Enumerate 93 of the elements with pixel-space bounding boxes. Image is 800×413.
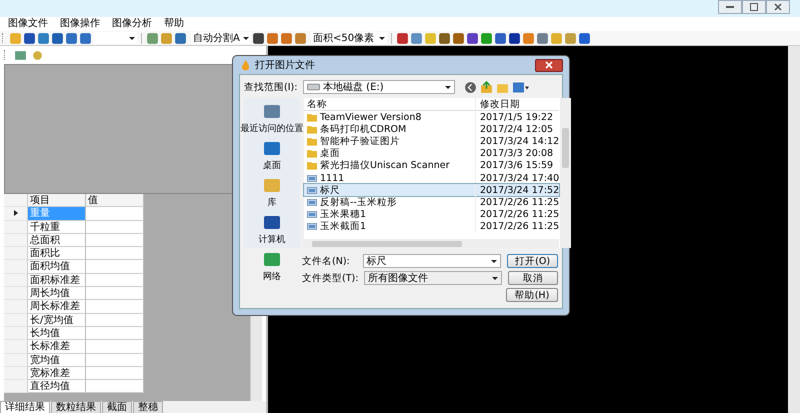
place-item[interactable]: 桌面: [262, 139, 282, 172]
column-header[interactable]: 修改日期: [476, 98, 520, 110]
table-cell[interactable]: [86, 260, 144, 274]
scroll-thumb[interactable]: [312, 240, 462, 246]
table-cell[interactable]: 面积比: [28, 247, 86, 260]
caret-icon: [129, 36, 135, 40]
table-cell[interactable]: 直径均值: [28, 380, 86, 394]
back-icon[interactable]: [464, 80, 477, 94]
file-row[interactable]: 玉米果穗1 2017/2/26 11:25: [304, 208, 560, 221]
column-header: 项目: [28, 194, 86, 208]
open-button[interactable]: 打开(O): [507, 254, 558, 268]
table-cell[interactable]: [86, 220, 144, 234]
caret-icon: [445, 86, 451, 88]
table-cell[interactable]: 总面积: [28, 234, 86, 248]
table-cell[interactable]: [86, 207, 144, 221]
menu-item[interactable]: 图像操作: [60, 18, 100, 30]
file-name-label: 文件名(N):: [302, 254, 351, 268]
table-cell[interactable]: [86, 366, 144, 380]
row-header: [4, 194, 28, 208]
file-type-label: 文件类型(T):: [302, 272, 358, 284]
cancel-button[interactable]: 取消: [508, 271, 558, 285]
dialog-title: 打开图片文件: [255, 58, 315, 72]
square-icon[interactable]: [508, 32, 521, 44]
folder-up-icon[interactable]: [480, 80, 493, 94]
row-header[interactable]: [4, 207, 28, 221]
tab[interactable]: 截面: [102, 401, 132, 413]
scroll-thumb[interactable]: [562, 128, 570, 168]
table-cell[interactable]: 面积均值: [28, 260, 86, 274]
place-item[interactable]: 计算机: [258, 213, 286, 246]
table-cell[interactable]: 宽标准差: [28, 366, 86, 380]
table-cell[interactable]: 面积标准差: [28, 274, 86, 288]
caret-icon: [491, 260, 498, 262]
tab[interactable]: 数粒结果: [51, 401, 101, 413]
file-row[interactable]: TeamViewer Version8 2017/1/5 19:22: [304, 111, 560, 124]
file-row[interactable]: 反射稿--玉米粒形 2017/2/26 11:25: [304, 196, 560, 208]
table-cell[interactable]: 长/宽均值: [28, 314, 86, 327]
table-cell[interactable]: [86, 287, 144, 300]
look-in-label: 查找范围(I):: [244, 80, 298, 94]
close-button[interactable]: [535, 58, 563, 72]
look-in-dropdown[interactable]: 本地磁盘 (E:): [303, 80, 455, 94]
file-row[interactable]: 条码打印机CDROM 2017/2/4 12:05: [304, 123, 560, 136]
place-item[interactable]: 库: [262, 176, 282, 209]
restore-button[interactable]: [742, 0, 766, 14]
table-cell[interactable]: [86, 340, 144, 354]
close-button[interactable]: [766, 0, 790, 14]
caret-icon: [379, 36, 385, 40]
caret-icon: [492, 276, 498, 280]
table-cell[interactable]: 周长标准差: [28, 300, 86, 314]
table-cell[interactable]: [86, 234, 144, 248]
menu-item[interactable]: 帮助: [164, 18, 184, 30]
table-cell[interactable]: [86, 380, 144, 394]
table-cell[interactable]: 千粒重: [28, 220, 86, 234]
table-cell[interactable]: 长均值: [28, 326, 86, 340]
view-menu-icon[interactable]: [512, 80, 530, 94]
help-button[interactable]: 帮助(H): [506, 288, 558, 302]
scrollbar[interactable]: [304, 239, 560, 248]
restore-icon: [750, 3, 758, 11]
minimize-button[interactable]: [718, 0, 742, 14]
table-cell[interactable]: [86, 354, 144, 367]
menu-item[interactable]: 图像分析: [112, 18, 152, 30]
flame-icon: [239, 58, 252, 72]
close-icon: [774, 3, 782, 11]
drive-icon: [307, 83, 320, 91]
table-cell[interactable]: [86, 314, 144, 327]
place-item[interactable]: 网络: [262, 250, 282, 283]
file-row[interactable]: 桌面 2017/3/3 20:08: [304, 148, 560, 160]
table-cell[interactable]: [86, 247, 144, 260]
file-row[interactable]: 紫光扫描仪Uniscan Scanner 2017/3/6 15:59: [304, 160, 560, 172]
scrollbar[interactable]: [788, 46, 800, 413]
scrollbar[interactable]: [560, 98, 572, 248]
place-item[interactable]: 最近访问的位置: [240, 102, 304, 135]
dropdown[interactable]: 面积<50像素: [311, 32, 387, 44]
table-cell[interactable]: [86, 300, 144, 314]
file-name-field[interactable]: 标尺: [362, 254, 502, 268]
table-cell[interactable]: 长标准差: [28, 340, 86, 354]
file-row[interactable]: 智能种子验证图片 2017/3/24 14:12: [304, 135, 560, 148]
tab[interactable]: 整穗: [133, 401, 163, 413]
tab[interactable]: 详细结果: [0, 401, 50, 413]
menu-item[interactable]: 图像文件: [8, 18, 48, 30]
file-row[interactable]: 玉米截面1 2017/2/26 11:25: [304, 220, 560, 233]
caret-icon: [243, 36, 249, 40]
column-header: 值: [86, 194, 144, 208]
table-cell[interactable]: 宽均值: [28, 354, 86, 367]
file-type-dropdown[interactable]: 所有图像文件: [364, 271, 502, 285]
table-cell[interactable]: 周长均值: [28, 287, 86, 300]
minimize-icon: [726, 6, 734, 8]
image-icon[interactable]: [14, 48, 27, 62]
close-icon: [545, 61, 553, 69]
file-row[interactable]: 标尺 2017/3/24 17:52: [304, 184, 560, 196]
dropdown[interactable]: 自动分割A: [191, 32, 251, 44]
column-header[interactable]: 名称: [304, 98, 476, 110]
table-cell[interactable]: [86, 274, 144, 288]
table-cell[interactable]: [86, 326, 144, 340]
